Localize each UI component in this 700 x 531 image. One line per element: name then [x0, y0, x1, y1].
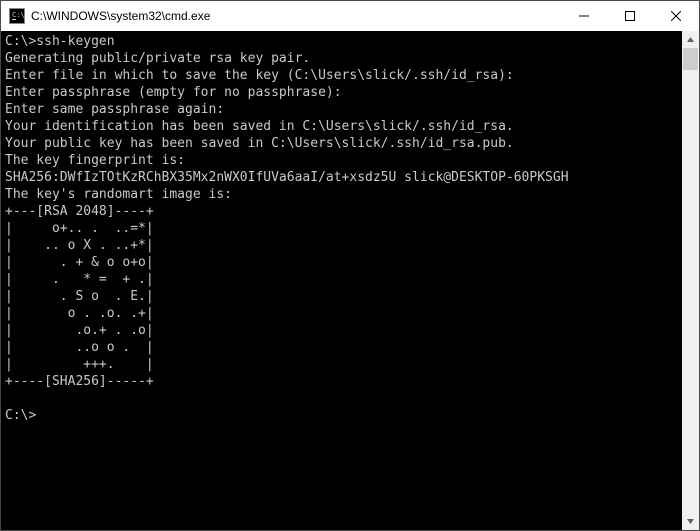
maximize-button[interactable] — [607, 1, 653, 31]
console-output[interactable]: C:\>ssh-keygen Generating public/private… — [1, 31, 682, 530]
scroll-down-button[interactable] — [682, 513, 699, 530]
scroll-up-button[interactable] — [682, 31, 699, 48]
svg-text:C:\: C:\ — [12, 11, 25, 19]
cmd-window: C:\ C:\WINDOWS\system32\cmd.exe C:\>ssh-… — [0, 0, 700, 531]
window-controls — [561, 1, 699, 31]
client-area: C:\>ssh-keygen Generating public/private… — [1, 31, 699, 530]
close-button[interactable] — [653, 1, 699, 31]
titlebar[interactable]: C:\ C:\WINDOWS\system32\cmd.exe — [1, 1, 699, 31]
cmd-icon: C:\ — [9, 8, 25, 24]
vertical-scrollbar[interactable] — [682, 31, 699, 530]
scrollbar-thumb[interactable] — [683, 48, 698, 70]
window-title: C:\WINDOWS\system32\cmd.exe — [31, 9, 561, 23]
minimize-button[interactable] — [561, 1, 607, 31]
